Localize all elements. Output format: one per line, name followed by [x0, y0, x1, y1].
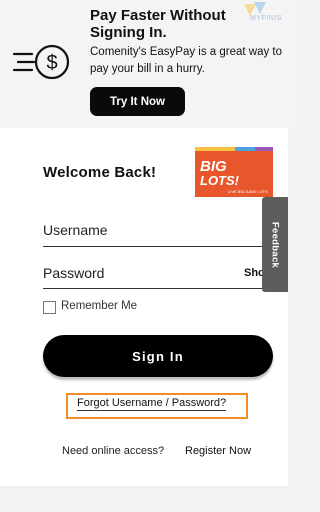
username-field[interactable]: [43, 246, 273, 247]
fast-dollar-icon: $: [12, 44, 70, 80]
page-footer-strip: [0, 486, 295, 512]
password-field[interactable]: [43, 288, 273, 289]
remember-me-checkbox[interactable]: [43, 301, 56, 314]
promo-description: Comenity's EasyPay is a great way to pay…: [90, 46, 283, 75]
forgot-credentials-link[interactable]: Forgot Username / Password?: [77, 397, 227, 411]
svg-text:$: $: [46, 52, 57, 74]
svg-text:LOTS!: LOTS!: [200, 173, 240, 188]
try-it-now-button[interactable]: Try It Now: [90, 87, 185, 116]
welcome-heading: Welcome Back!: [43, 164, 157, 181]
sign-in-button[interactable]: Sign In: [43, 335, 273, 377]
big-lots-logo: BIG LOTS! LIVE BIG SAVE LOTS: [195, 147, 273, 197]
username-label[interactable]: Username: [43, 222, 108, 238]
remember-me-label[interactable]: Remember Me: [61, 300, 137, 312]
online-access-text: Need online access?: [62, 445, 165, 457]
feedback-label: Feedback: [269, 221, 281, 269]
feedback-tab[interactable]: Feedback: [262, 197, 288, 292]
register-now-link[interactable]: Register Now: [185, 445, 251, 457]
svg-text:LIVE BIG SAVE LOTS: LIVE BIG SAVE LOTS: [228, 189, 268, 194]
big-lots-logo-graphic: BIG LOTS! LIVE BIG SAVE LOTS: [195, 147, 273, 197]
password-label[interactable]: Password: [43, 265, 104, 281]
watermark-text: MYFINIS: [250, 15, 282, 22]
